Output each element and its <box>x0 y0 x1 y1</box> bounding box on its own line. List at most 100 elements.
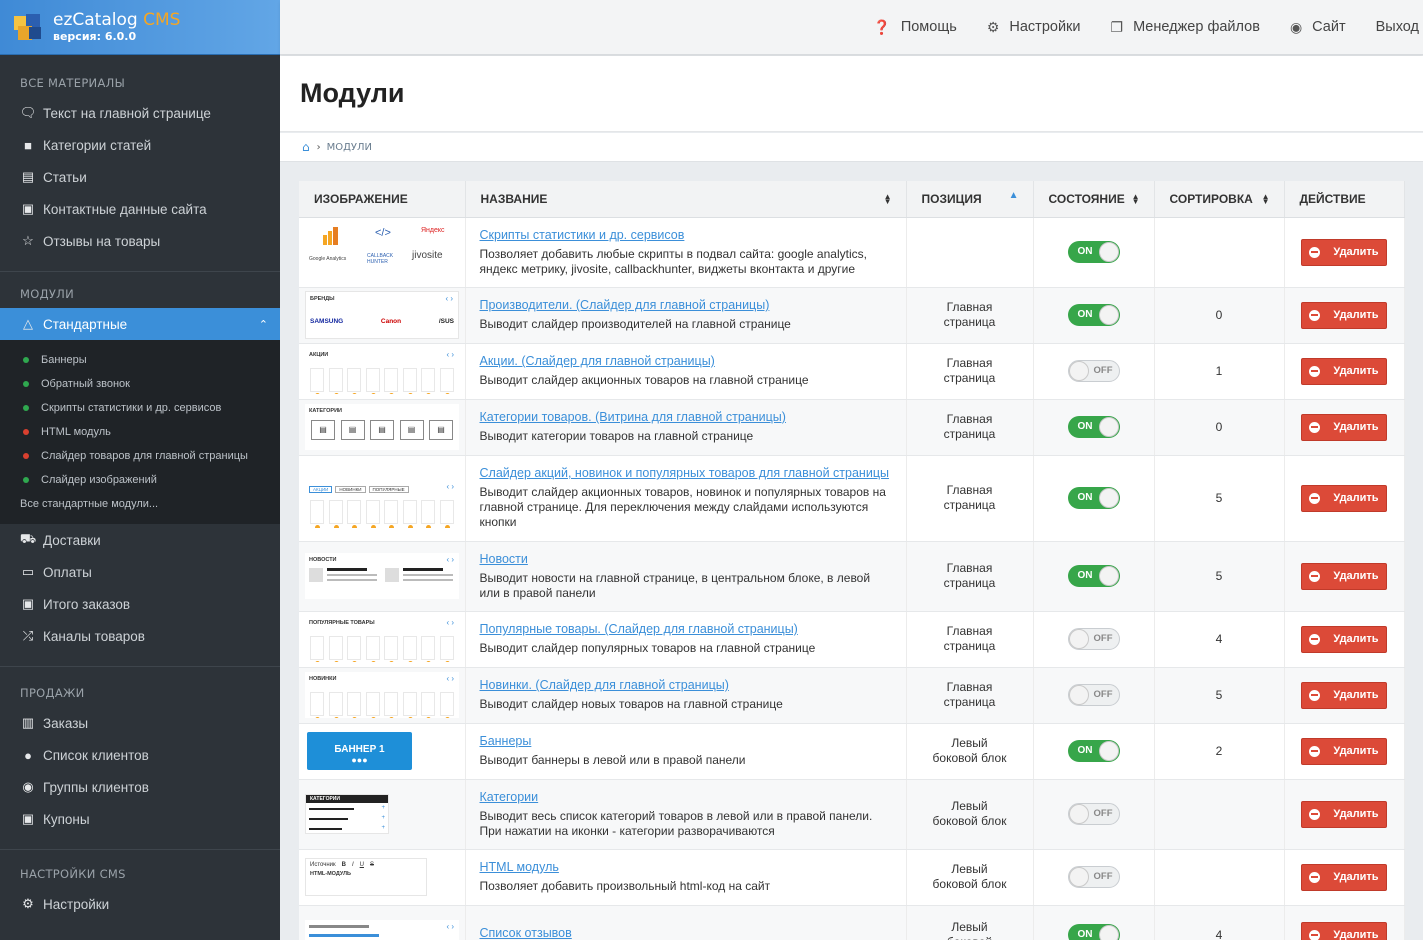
cell-state: OFF <box>1033 343 1155 400</box>
sidebar-item-articles[interactable]: ▤ Статьи <box>0 161 280 193</box>
cell-state: OFF <box>1033 667 1155 724</box>
topbar-settings[interactable]: ⚙ Настройки <box>987 19 1081 36</box>
sidebar-item-contacts[interactable]: ▣ Контактные данные сайта <box>0 193 280 225</box>
delete-button[interactable]: Удалить <box>1301 681 1387 709</box>
sort-icon[interactable]: ▲ ▼ <box>884 193 892 206</box>
delete-button[interactable]: Удалить <box>1301 562 1387 590</box>
status-dot <box>23 477 29 483</box>
state-toggle[interactable]: ON <box>1067 304 1120 326</box>
delete-button[interactable]: Удалить <box>1301 301 1387 329</box>
module-name-link[interactable]: Категории <box>480 790 892 804</box>
sidebar-item-settings[interactable]: ⚙ Настройки <box>0 888 280 920</box>
cell-position: Левый боковой <box>906 905 1034 940</box>
modules-table: ИЗОБРАЖЕНИЕ НАЗВАНИЕ ▲ ▼ ПОЗИЦИЯ ▲ СОСТОЯНИ… <box>299 181 1405 940</box>
state-toggle[interactable]: OFF <box>1067 628 1120 650</box>
topbar-logout[interactable]: Выход <box>1376 19 1419 35</box>
document-icon: ▤ <box>21 169 35 184</box>
column-header-position[interactable]: ПОЗИЦИЯ ▲ <box>906 181 1034 218</box>
sidebar-item-reviews[interactable]: ☆ Отзывы на товары <box>0 225 280 257</box>
column-header-state[interactable]: СОСТОЯНИЕ ▲ ▼ <box>1033 181 1155 218</box>
module-name-link[interactable]: Акции. (Слайдер для главной страницы) <box>480 354 892 368</box>
module-name-link[interactable]: Популярные товары. (Слайдер для главной … <box>480 622 892 636</box>
topbar-help[interactable]: ❓ Помощь <box>873 19 956 36</box>
sidebar-subitem-product-slider[interactable]: Слайдер товаров для главной страницы <box>0 444 280 468</box>
cell-position: Левый боковой блок <box>906 779 1034 850</box>
state-toggle[interactable]: ON <box>1067 740 1120 762</box>
sidebar-subitem-html[interactable]: HTML модуль <box>0 420 280 444</box>
cell-name: Баннеры Выводит баннеры в левой или в пра… <box>465 723 907 780</box>
minus-circle-icon <box>1309 421 1321 433</box>
folder-icon: ■ <box>24 137 32 153</box>
toggle-knob <box>1098 305 1119 325</box>
state-toggle[interactable]: ON <box>1067 241 1120 263</box>
sort-asc-icon[interactable]: ▲ <box>1009 191 1019 201</box>
question-icon: ❓ <box>873 18 891 35</box>
delete-button[interactable]: Удалить <box>1301 921 1387 940</box>
module-thumbnail: БРЕНДЫ ‹ › SAMSUNG Canon/SUS <box>305 291 459 339</box>
module-name-link[interactable]: HTML модуль <box>480 860 892 874</box>
state-toggle[interactable]: OFF <box>1067 866 1120 888</box>
home-icon[interactable]: ⌂ <box>302 140 310 154</box>
sidebar-item-standard[interactable]: △ Стандартные ⌃ <box>0 308 280 340</box>
code-icon: </> <box>375 227 391 239</box>
sort-icon[interactable]: ▲ ▼ <box>1262 193 1270 206</box>
module-name-link[interactable]: Слайдер акций, новинок и популярных това… <box>480 466 892 480</box>
sidebar-item-client-groups[interactable]: ◉ Группы клиентов <box>0 771 280 803</box>
sidebar-item-orders[interactable]: ▥ Заказы <box>0 707 280 739</box>
cell-state: ON <box>1033 905 1155 940</box>
column-header-sort[interactable]: СОРТИРОВКА ▲ ▼ <box>1154 181 1285 218</box>
sidebar-all-standard-link[interactable]: Все стандартные модули... <box>0 492 280 516</box>
sidebar-item-order-totals[interactable]: ▣ Итого заказов <box>0 588 280 620</box>
sidebar-section-title: ПРОДАЖИ <box>20 686 85 700</box>
sidebar-subitem-scripts[interactable]: Скрипты статистики и др. сервисов <box>0 396 280 420</box>
delete-button[interactable]: Удалить <box>1301 357 1387 385</box>
sidebar-subitem-banners[interactable]: Баннеры <box>0 348 280 372</box>
shuffle-icon: ⤮ <box>22 628 34 643</box>
delete-button[interactable]: Удалить <box>1301 625 1387 653</box>
cell-image: НОВИНКИ ‹ › <box>299 667 466 724</box>
sidebar-item-delivery[interactable]: ⛟ Доставки <box>0 524 280 556</box>
module-thumbnail: ‹ › <box>305 920 459 940</box>
state-toggle[interactable]: ON <box>1067 487 1120 509</box>
column-header-name[interactable]: НАЗВАНИЕ ▲ ▼ <box>465 181 907 218</box>
table-row: НОВОСТИ ‹ › Новости Выводит новости на глав… <box>299 541 1405 612</box>
state-toggle[interactable]: OFF <box>1067 803 1120 825</box>
sort-icon[interactable]: ▲ ▼ <box>1132 193 1140 206</box>
delete-button[interactable]: Удалить <box>1301 863 1387 891</box>
module-name-link[interactable]: Новинки. (Слайдер для главной страницы) <box>480 678 892 692</box>
delete-button[interactable]: Удалить <box>1301 737 1387 765</box>
delete-button[interactable]: Удалить <box>1301 413 1387 441</box>
state-toggle[interactable]: ON <box>1067 416 1120 438</box>
sidebar-item-article-categories[interactable]: ■ Категории статей <box>0 129 280 161</box>
logo-cube-icon <box>10 10 44 44</box>
sidebar-item-payments[interactable]: ▭ Оплаты <box>0 556 280 588</box>
sidebar-subitem-callback[interactable]: Обратный звонок <box>0 372 280 396</box>
delete-button[interactable]: Удалить <box>1301 238 1387 266</box>
minus-circle-icon <box>1309 745 1321 757</box>
module-name-link[interactable]: Список отзывов <box>480 926 892 940</box>
sidebar-subitem-image-slider[interactable]: Слайдер изображений <box>0 468 280 492</box>
topbar-file-manager[interactable]: ❐ Менеджер файлов <box>1111 19 1260 36</box>
state-toggle[interactable]: OFF <box>1067 684 1120 706</box>
sidebar-item-clients[interactable]: ● Список клиентов <box>0 739 280 771</box>
sidebar-item-product-channels[interactable]: ⤮ Каналы товаров <box>0 620 280 652</box>
topbar-site[interactable]: ◉ Сайт <box>1290 19 1346 36</box>
state-toggle[interactable]: ON <box>1067 924 1120 940</box>
sidebar-item-main-text[interactable]: 🗨 Текст на главной странице <box>0 97 280 129</box>
column-header-action: ДЕЙСТВИЕ <box>1284 181 1405 218</box>
slider-arrows-icon: ‹ › <box>446 555 454 564</box>
module-name-link[interactable]: Новости <box>480 552 892 566</box>
module-thumbnail: АКЦИИ НОВИНКИ ПОПУЛЯРНЫЕ ‹ › <box>305 468 459 528</box>
module-name-link[interactable]: Скрипты статистики и др. сервисов <box>480 228 892 242</box>
logo[interactable]: ezCatalog CMS версия: 6.0.0 <box>0 0 280 55</box>
module-name-link[interactable]: Категории товаров. (Витрина для главной … <box>480 410 892 424</box>
table-row: БРЕНДЫ ‹ › SAMSUNG Canon/SUS Производители. … <box>299 287 1405 344</box>
toggle-knob <box>1068 867 1089 887</box>
state-toggle[interactable]: OFF <box>1067 360 1120 382</box>
sidebar-item-coupons[interactable]: ▣ Купоны <box>0 803 280 835</box>
state-toggle[interactable]: ON <box>1067 565 1120 587</box>
module-name-link[interactable]: Баннеры <box>480 734 892 748</box>
delete-button[interactable]: Удалить <box>1301 484 1387 512</box>
delete-button[interactable]: Удалить <box>1301 800 1387 828</box>
module-name-link[interactable]: Производители. (Слайдер для главной стра… <box>480 298 892 312</box>
